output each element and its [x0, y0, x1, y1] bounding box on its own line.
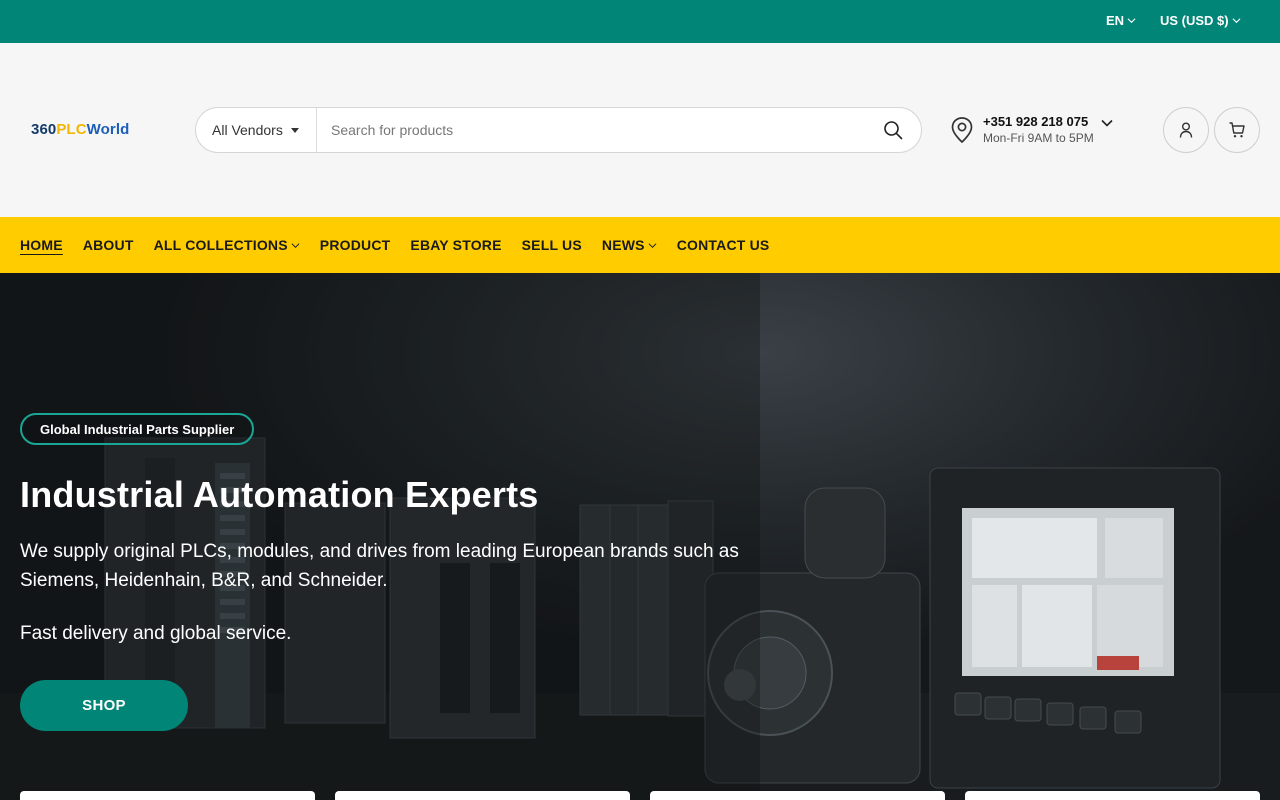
- chevron-down-icon: [648, 242, 657, 248]
- language-selector[interactable]: EN: [1106, 13, 1136, 28]
- contact-info[interactable]: +351 928 218 075 Mon-Fri 9AM to 5PM: [950, 113, 1140, 149]
- chevron-down-icon: [1101, 119, 1113, 127]
- shop-button[interactable]: SHOP: [20, 680, 188, 731]
- nav-item-label: EBAY STORE: [410, 237, 502, 253]
- hero-badge: Global Industrial Parts Supplier: [20, 413, 255, 445]
- main-navigation: HOME ABOUT ALL COLLECTIONS PRODUCT EBAY …: [0, 217, 1280, 273]
- feature-card[interactable]: [335, 791, 630, 800]
- nav-item-about[interactable]: ABOUT: [83, 237, 134, 253]
- cart-icon: [1229, 122, 1245, 138]
- logo-part-360: 360: [31, 121, 57, 138]
- nav-item-label: NEWS: [601, 237, 645, 253]
- nav-item-product[interactable]: PRODUCT: [320, 237, 391, 253]
- chevron-down-icon: [1127, 18, 1136, 24]
- nav-item-label: ABOUT: [82, 237, 134, 253]
- nav-item-sell-us[interactable]: SELL US: [522, 237, 582, 253]
- location-pin-icon: [951, 117, 973, 144]
- feature-card[interactable]: [20, 791, 315, 800]
- currency-selector[interactable]: US (USD $): [1160, 13, 1241, 28]
- search-button[interactable]: [865, 108, 921, 152]
- contact-phone: +351 928 218 075: [983, 114, 1089, 129]
- site-header: 360PLCWorld All Vendors +351 928 218 075…: [0, 43, 1280, 217]
- nav-item-contact-us[interactable]: CONTACT US: [677, 237, 770, 253]
- cart-button[interactable]: [1214, 107, 1260, 153]
- nav-item-news[interactable]: NEWS: [602, 237, 657, 253]
- chevron-down-icon: [1232, 18, 1241, 24]
- search-icon: [884, 121, 903, 140]
- contact-hours: Mon-Fri 9AM to 5PM: [983, 131, 1094, 145]
- vendor-dropdown-label: All Vendors: [212, 122, 283, 138]
- hero-tagline: Fast delivery and global service.: [20, 623, 292, 644]
- site-logo[interactable]: 360PLCWorld: [31, 121, 129, 138]
- chevron-down-icon: [291, 242, 300, 248]
- account-button[interactable]: [1163, 107, 1209, 153]
- nav-item-label: PRODUCT: [319, 237, 391, 253]
- nav-item-home[interactable]: HOME: [20, 237, 63, 253]
- top-bar: EN US (USD $): [0, 0, 1280, 43]
- nav-item-label: HOME: [20, 237, 63, 253]
- feature-card[interactable]: [965, 791, 1260, 800]
- nav-item-ebay-store[interactable]: EBAY STORE: [410, 237, 501, 253]
- hero-description: We supply original PLCs, modules, and dr…: [20, 541, 739, 591]
- hero-banner: Global Industrial Parts Supplier Industr…: [0, 273, 1280, 800]
- caret-down-icon: [290, 128, 299, 133]
- vendor-dropdown[interactable]: All Vendors: [196, 108, 317, 152]
- user-icon: [1179, 122, 1193, 138]
- search-input[interactable]: [317, 108, 865, 152]
- currency-value: US (USD $): [1160, 13, 1229, 28]
- nav-item-label: ALL COLLECTIONS: [153, 237, 288, 253]
- feature-card[interactable]: [650, 791, 945, 800]
- nav-item-all-collections[interactable]: ALL COLLECTIONS: [154, 237, 300, 253]
- nav-item-label: SELL US: [521, 237, 582, 253]
- logo-part-world: World: [86, 121, 130, 138]
- hero-title: Industrial Automation Experts: [20, 474, 539, 515]
- search-bar: All Vendors: [195, 107, 922, 153]
- language-value: EN: [1106, 13, 1125, 28]
- nav-item-label: CONTACT US: [676, 237, 770, 253]
- logo-part-plc: PLC: [56, 121, 87, 138]
